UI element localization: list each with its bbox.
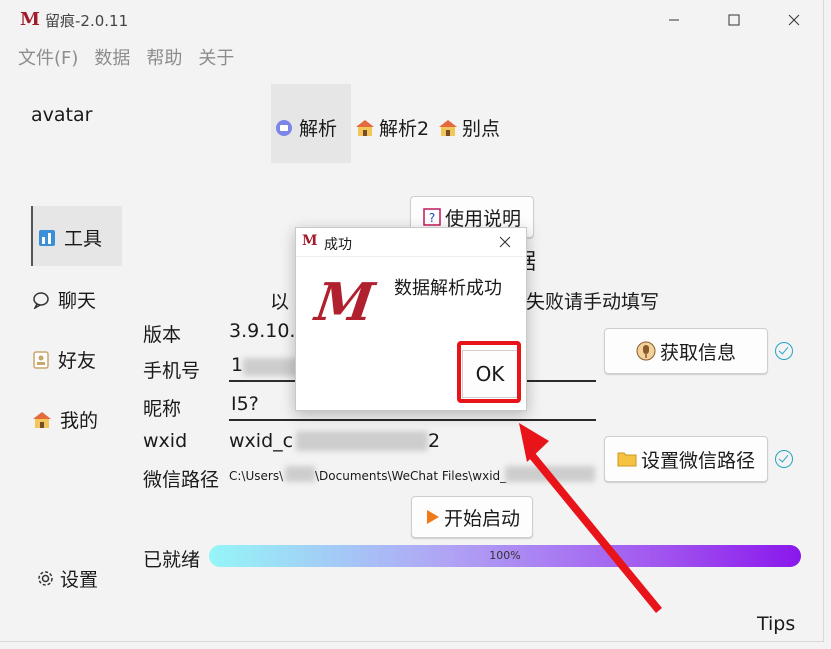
- settings-label: 设置: [60, 569, 99, 591]
- tab-parse2[interactable]: 解析2: [355, 114, 429, 141]
- app-logo-icon: M: [20, 9, 40, 30]
- sidebar-item-chat[interactable]: 聊天: [32, 286, 96, 313]
- annotation-arrow: [519, 423, 662, 613]
- sidebar-item-label: 我的: [60, 410, 99, 432]
- sidebar-item-label: 聊天: [58, 290, 97, 312]
- minimize-icon: [669, 19, 679, 21]
- parse-icon: [276, 119, 292, 136]
- wxid-value: wxid_c: [229, 430, 294, 452]
- sidebar-item-mine[interactable]: 我的: [32, 406, 98, 433]
- close-button[interactable]: [774, 6, 814, 34]
- gear-icon: [38, 571, 53, 586]
- svg-text:?: ?: [429, 211, 435, 225]
- house-icon: [356, 119, 374, 136]
- check-icon: [775, 342, 793, 360]
- tools-icon: [39, 229, 55, 246]
- wechat-path-label: 微信路径: [143, 469, 220, 491]
- sidebar-item-contacts[interactable]: 好友: [32, 346, 96, 373]
- play-icon: [426, 510, 439, 524]
- version-label: 版本: [143, 324, 182, 346]
- tab-label: 解析: [299, 118, 338, 140]
- title-bar: M 留痕-2.0.11: [0, 0, 823, 40]
- nickname-label: 昵称: [143, 398, 182, 420]
- menu-data[interactable]: 数据: [94, 44, 130, 70]
- nickname-value: I5?: [231, 393, 259, 415]
- menu-bar: 文件(F) 数据 帮助 关于: [18, 44, 234, 70]
- menu-help[interactable]: 帮助: [146, 44, 182, 70]
- dialog-message: 数据解析成功: [394, 278, 502, 299]
- settings-button[interactable]: 设置: [37, 565, 98, 592]
- sidebar-item-label: 工具: [64, 228, 103, 250]
- tab-parse[interactable]: 解析: [271, 84, 351, 163]
- minimize-button[interactable]: [654, 6, 694, 34]
- avatar[interactable]: avatar: [31, 104, 92, 126]
- tab-dont-click[interactable]: 别点: [438, 114, 500, 141]
- hint-text-right: 失败请手动填写: [526, 291, 660, 313]
- chat-icon: [33, 291, 49, 309]
- tab-label: 解析2: [379, 118, 430, 140]
- menu-file[interactable]: 文件(F): [18, 44, 78, 70]
- menu-about[interactable]: 关于: [198, 44, 234, 70]
- phone-value: 1: [231, 354, 244, 376]
- ok-highlight-box: [457, 341, 521, 403]
- redaction: [285, 466, 315, 482]
- get-info-button[interactable]: 获取信息: [604, 328, 768, 374]
- sidebar-item-label: 好友: [58, 350, 97, 372]
- redaction: [296, 431, 428, 451]
- check-icon: [775, 450, 793, 468]
- redaction: [243, 358, 299, 376]
- dialog-brand-icon: M: [311, 272, 378, 333]
- maximize-button[interactable]: [714, 6, 754, 34]
- contacts-icon: [33, 350, 49, 369]
- wechat-path-value-2: \Documents\WeChat Files\wxid_: [315, 469, 507, 483]
- close-icon: [788, 14, 800, 26]
- home-icon: [33, 411, 51, 428]
- wechat-path-value: C:\Users\: [229, 469, 284, 483]
- tab-label: 别点: [462, 118, 501, 140]
- maximize-icon: [728, 14, 740, 26]
- microphone-icon: [636, 341, 656, 361]
- tips-label[interactable]: Tips: [757, 613, 795, 635]
- dialog-title: 成功: [324, 237, 352, 253]
- dialog-title-bar: M 成功: [296, 228, 526, 257]
- wxid-value-tail: 2: [428, 430, 441, 452]
- dialog-close-icon[interactable]: [499, 236, 511, 248]
- house-icon: [439, 119, 457, 136]
- question-icon: ?: [423, 208, 441, 226]
- status-text: 已就绪: [143, 549, 201, 571]
- dialog-logo-icon: M: [302, 233, 318, 249]
- sidebar-item-tools[interactable]: 工具: [31, 206, 122, 266]
- window-title: 留痕-2.0.11: [45, 12, 129, 30]
- wxid-label: wxid: [143, 430, 188, 452]
- get-info-label: 获取信息: [659, 341, 736, 364]
- hint-text-left: 以: [270, 291, 290, 313]
- phone-label: 手机号: [143, 360, 201, 382]
